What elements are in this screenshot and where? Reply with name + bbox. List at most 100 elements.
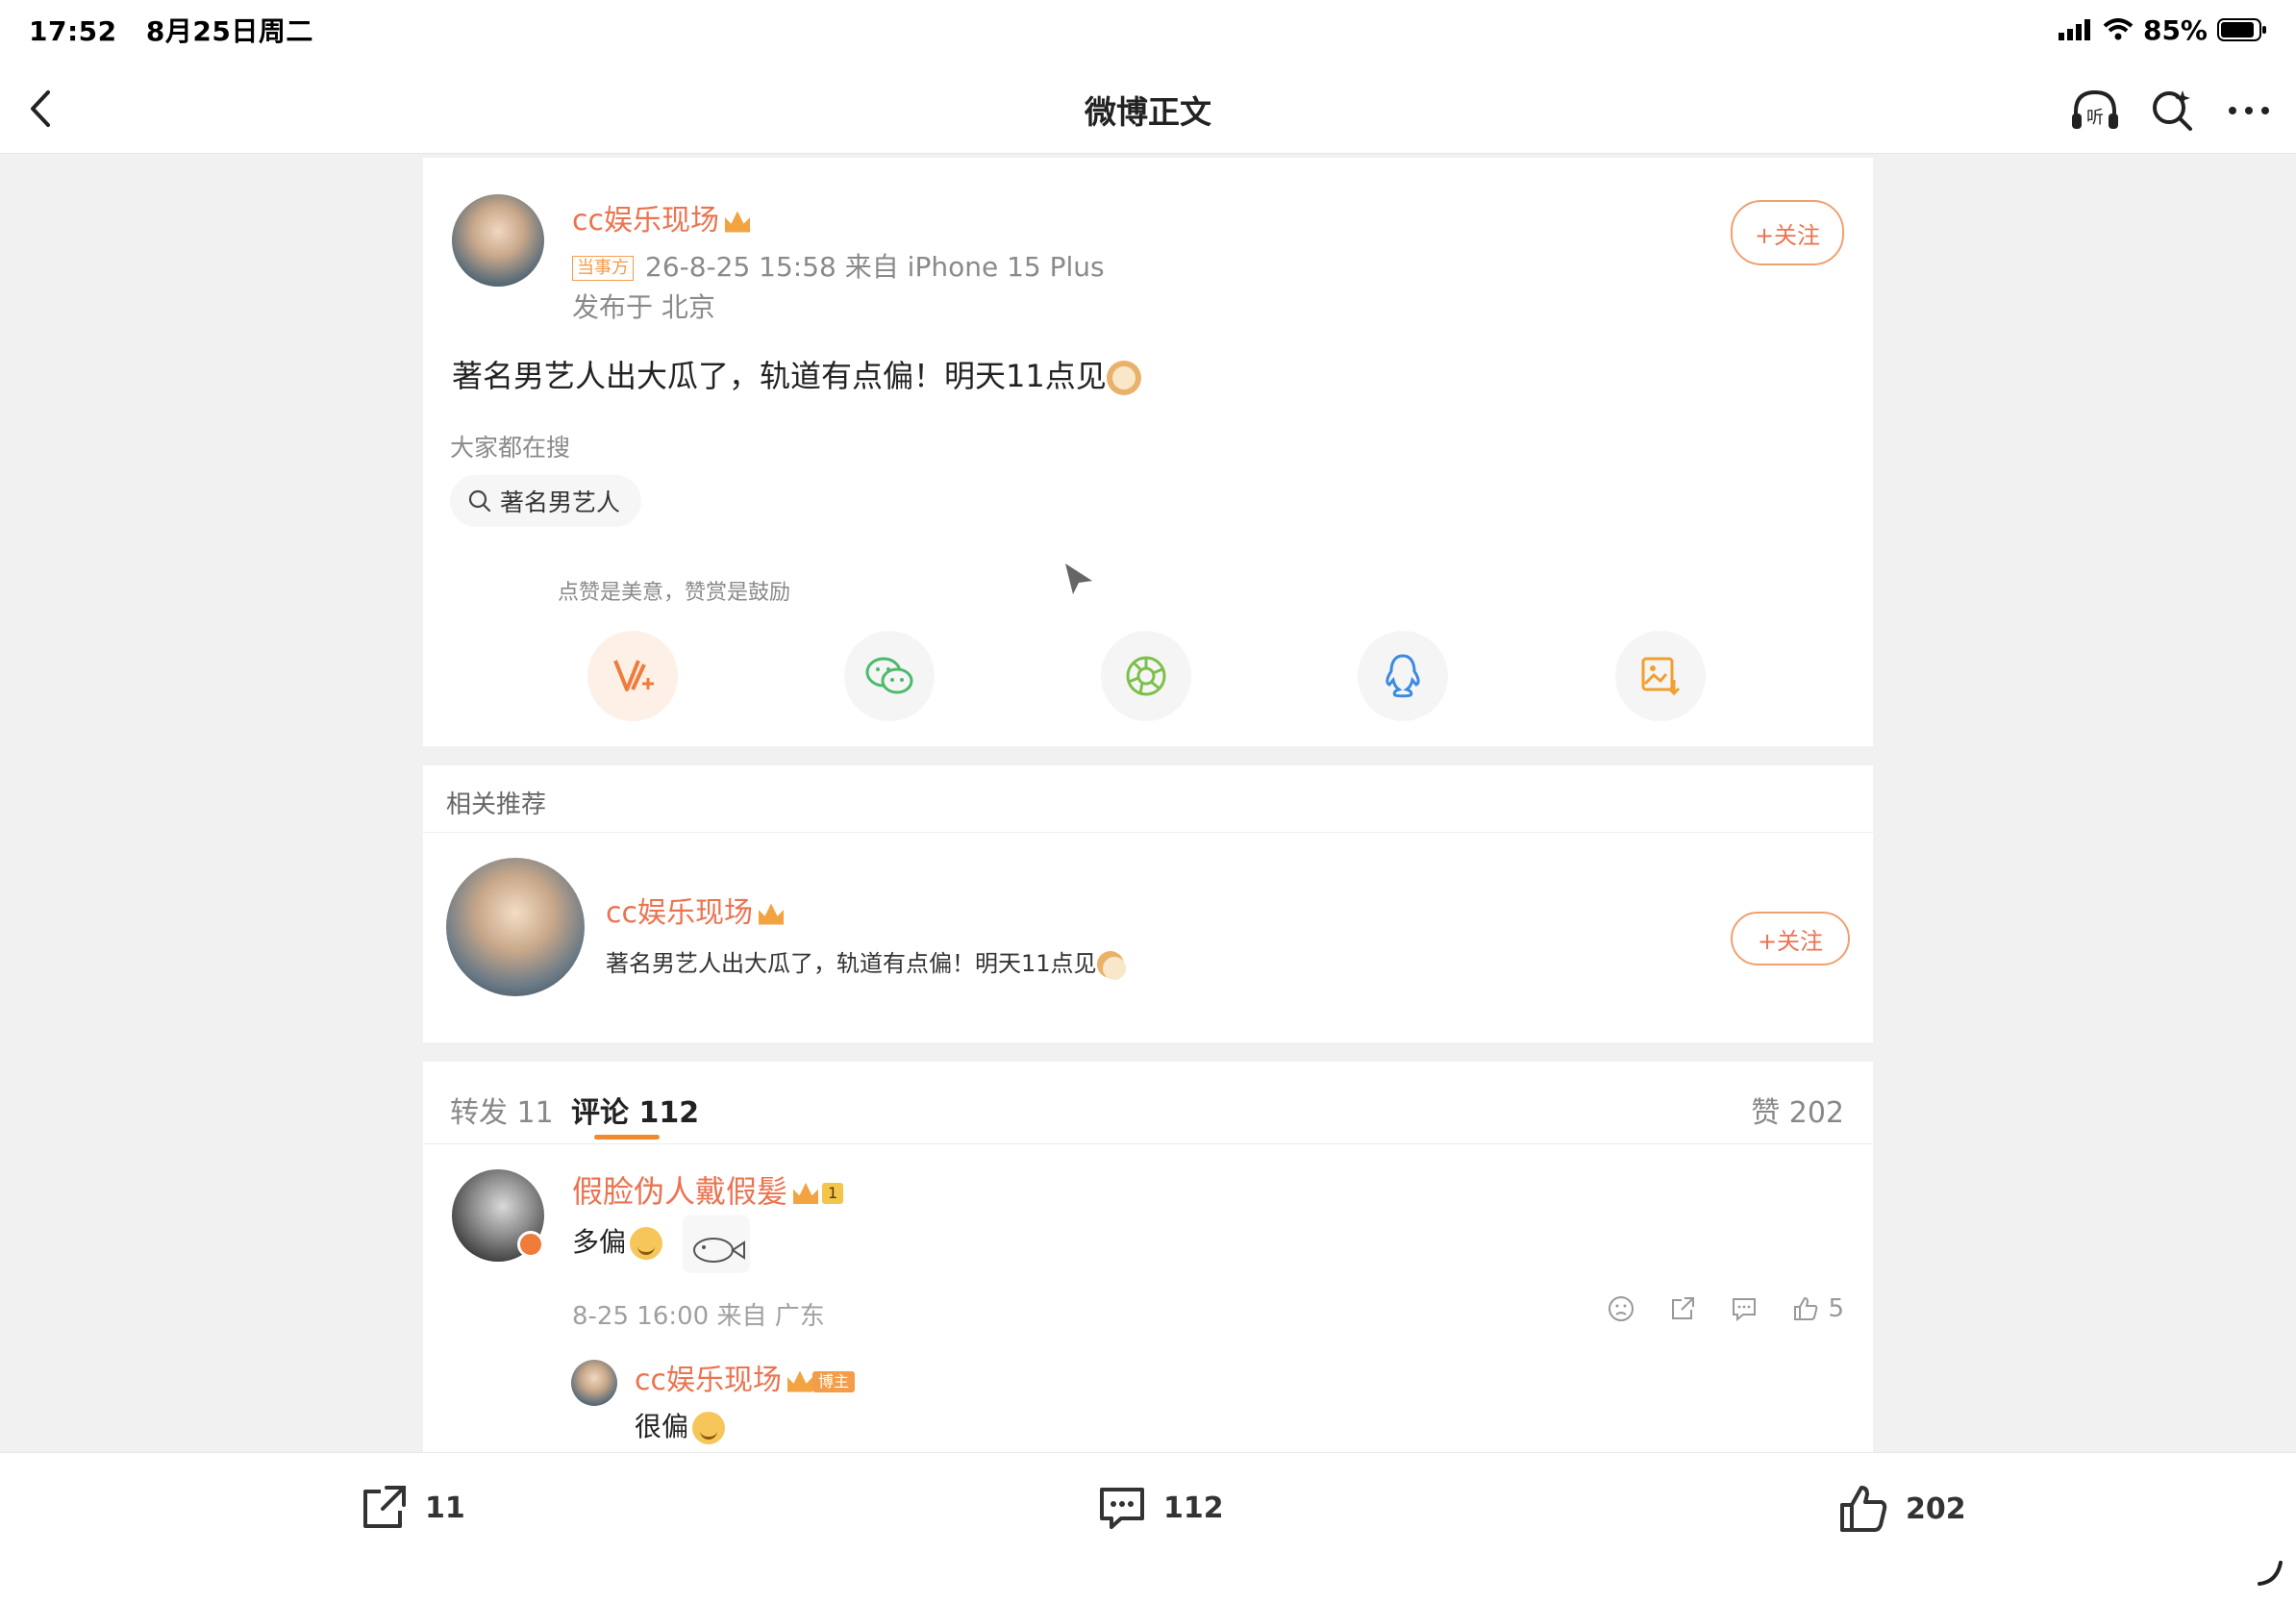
related-author-text: cc娱乐现场: [606, 896, 753, 930]
blogger-badge: 博主: [812, 1370, 856, 1392]
bottom-comment-count: 112: [1163, 1491, 1224, 1525]
reward-button[interactable]: [587, 631, 678, 721]
doge-emoji-icon: [1106, 361, 1141, 395]
post-time-source: 26-8-25 15:58 来自 iPhone 15 Plus: [645, 251, 1105, 283]
smile-emoji-icon: [630, 1227, 663, 1260]
status-bar: 17:52 8月25日周二 85%: [0, 0, 2296, 60]
reply-author[interactable]: cc娱乐现场 博主: [635, 1356, 856, 1398]
cursor-icon: [1065, 564, 1092, 594]
wechat-icon: [865, 657, 913, 694]
reply-text-content: 很偏: [635, 1411, 689, 1442]
bottom-action-bar: 11 112 202: [0, 1452, 2296, 1604]
comment-like-count: 5: [1828, 1294, 1844, 1323]
resize-handle-icon[interactable]: [2256, 1559, 2284, 1588]
trending-search-label: 著名男艺人: [500, 489, 621, 516]
headphones-icon: 听: [2072, 89, 2118, 129]
comments-card: 转发 11 评论 112 赞 202 假脸伪人戴假髪 1 多偏 8-25 16:0…: [423, 1062, 1873, 1456]
role-tag: 当事方: [572, 256, 634, 281]
commenter-name-text: 假脸伪人戴假髪: [572, 1173, 788, 1210]
search-icon: [468, 489, 491, 513]
save-image-button[interactable]: [1615, 631, 1706, 721]
bottom-like-count: 202: [1906, 1491, 1966, 1526]
listen-button[interactable]: 听: [2067, 83, 2123, 138]
post-meta: 当事方 26-8-25 15:58 来自 iPhone 15 Plus: [572, 246, 1105, 285]
comment-like-button[interactable]: 5: [1791, 1294, 1844, 1323]
page-title: 微博正文: [1085, 93, 1211, 131]
bottom-comment-button[interactable]: 112: [1096, 1482, 1224, 1534]
reply-icon[interactable]: [1730, 1294, 1759, 1323]
bottom-repost-button[interactable]: 11: [358, 1482, 465, 1534]
comment-tabs: 转发 11 评论 112 赞 202: [423, 1062, 1873, 1144]
related-text-content: 著名男艺人出大瓜了，轨道有点偏！明天11点见: [606, 950, 1097, 977]
author-name-text: cc娱乐现场: [572, 204, 719, 238]
fish-sticker-icon: [683, 1216, 750, 1273]
post-text-content: 著名男艺人出大瓜了，轨道有点偏！明天11点见: [452, 358, 1107, 394]
search-icon: [2153, 90, 2192, 131]
smile-emoji-icon: [692, 1412, 726, 1444]
tab-active-indicator: [594, 1135, 660, 1140]
reply-avatar[interactable]: [571, 1360, 617, 1406]
reward-tip: 点赞是美意，赞赏是鼓励: [558, 581, 791, 605]
status-datetime: 17:52 8月25日周二: [29, 11, 333, 49]
comment-text-content: 多偏: [572, 1226, 627, 1258]
level-badge: 1: [822, 1183, 844, 1204]
more-icon: [2229, 107, 2269, 114]
battery-percent: 85%: [2142, 13, 2208, 46]
repost-icon[interactable]: [1668, 1294, 1697, 1323]
svg-text:听: 听: [2086, 108, 2104, 128]
author-name[interactable]: cc娱乐现场: [572, 196, 750, 238]
tab-like[interactable]: 赞 202: [1751, 1089, 1844, 1131]
save-image-icon: [1641, 657, 1681, 696]
doge-emoji-icon: [1096, 951, 1126, 980]
more-button[interactable]: [2221, 83, 2277, 138]
post-card: cc娱乐现场 当事方 26-8-25 15:58 来自 iPhone 15 Plu…: [423, 158, 1873, 746]
trending-search-chip[interactable]: 著名男艺人: [450, 475, 642, 527]
moments-icon: [1126, 656, 1166, 696]
share-qq-button[interactable]: [1358, 631, 1448, 721]
repost-icon: [363, 1486, 406, 1528]
signal-icon: [2058, 19, 2090, 40]
related-text: 著名男艺人出大瓜了，轨道有点偏！明天11点见: [606, 944, 1126, 980]
vip-crown-icon: [725, 211, 750, 233]
vip-crown-icon: [793, 1183, 819, 1204]
status-time: 17:52: [29, 15, 117, 47]
commenter-name[interactable]: 假脸伪人戴假髪 1: [572, 1167, 844, 1212]
reward-icon: [613, 660, 654, 691]
comment-icon: [1100, 1488, 1144, 1529]
related-card: 相关推荐 cc娱乐现场 著名男艺人出大瓜了，轨道有点偏！明天11点见 +关注: [423, 765, 1873, 1042]
tab-repost[interactable]: 转发 11: [450, 1089, 554, 1131]
nav-actions: 听: [2067, 83, 2277, 138]
reply-text: 很偏: [635, 1406, 726, 1444]
thumbs-up-icon: [1794, 1296, 1818, 1320]
nav-bar: 微博正文 听: [0, 60, 2296, 154]
verified-badge-icon: [517, 1231, 544, 1258]
dislike-icon[interactable]: [1607, 1294, 1635, 1323]
status-right: 85%: [2058, 13, 2267, 46]
related-title: 相关推荐: [446, 790, 547, 819]
comment-actions: 5: [1607, 1294, 1844, 1323]
battery-icon: [2217, 18, 2266, 41]
comment-meta: 8-25 16:00 来自 广东: [572, 1302, 825, 1331]
author-avatar[interactable]: [452, 194, 544, 287]
comment-text: 多偏: [572, 1221, 663, 1260]
vip-crown-icon: [787, 1370, 812, 1392]
bottom-repost-count: 11: [425, 1491, 465, 1525]
search-button[interactable]: [2144, 83, 2200, 138]
bottom-like-button[interactable]: 202: [1836, 1482, 1966, 1536]
wifi-icon: [2103, 18, 2134, 40]
related-header: 相关推荐: [423, 765, 1873, 833]
related-follow-button[interactable]: +关注: [1731, 912, 1850, 965]
related-avatar[interactable]: [446, 858, 585, 996]
share-moments-button[interactable]: [1101, 631, 1191, 721]
status-date: 8月25日周二: [145, 15, 313, 47]
qq-icon: [1385, 654, 1420, 698]
share-wechat-button[interactable]: [844, 631, 935, 721]
related-author[interactable]: cc娱乐现场: [606, 889, 784, 931]
tab-comment[interactable]: 评论 112: [571, 1089, 699, 1131]
thumbs-up-icon: [1840, 1486, 1887, 1532]
vip-crown-icon: [759, 903, 784, 925]
post-location: 发布于 北京: [572, 291, 715, 323]
post-text: 著名男艺人出大瓜了，轨道有点偏！明天11点见: [452, 352, 1141, 396]
trending-search-title: 大家都在搜: [450, 434, 571, 462]
follow-button[interactable]: +关注: [1731, 200, 1844, 265]
